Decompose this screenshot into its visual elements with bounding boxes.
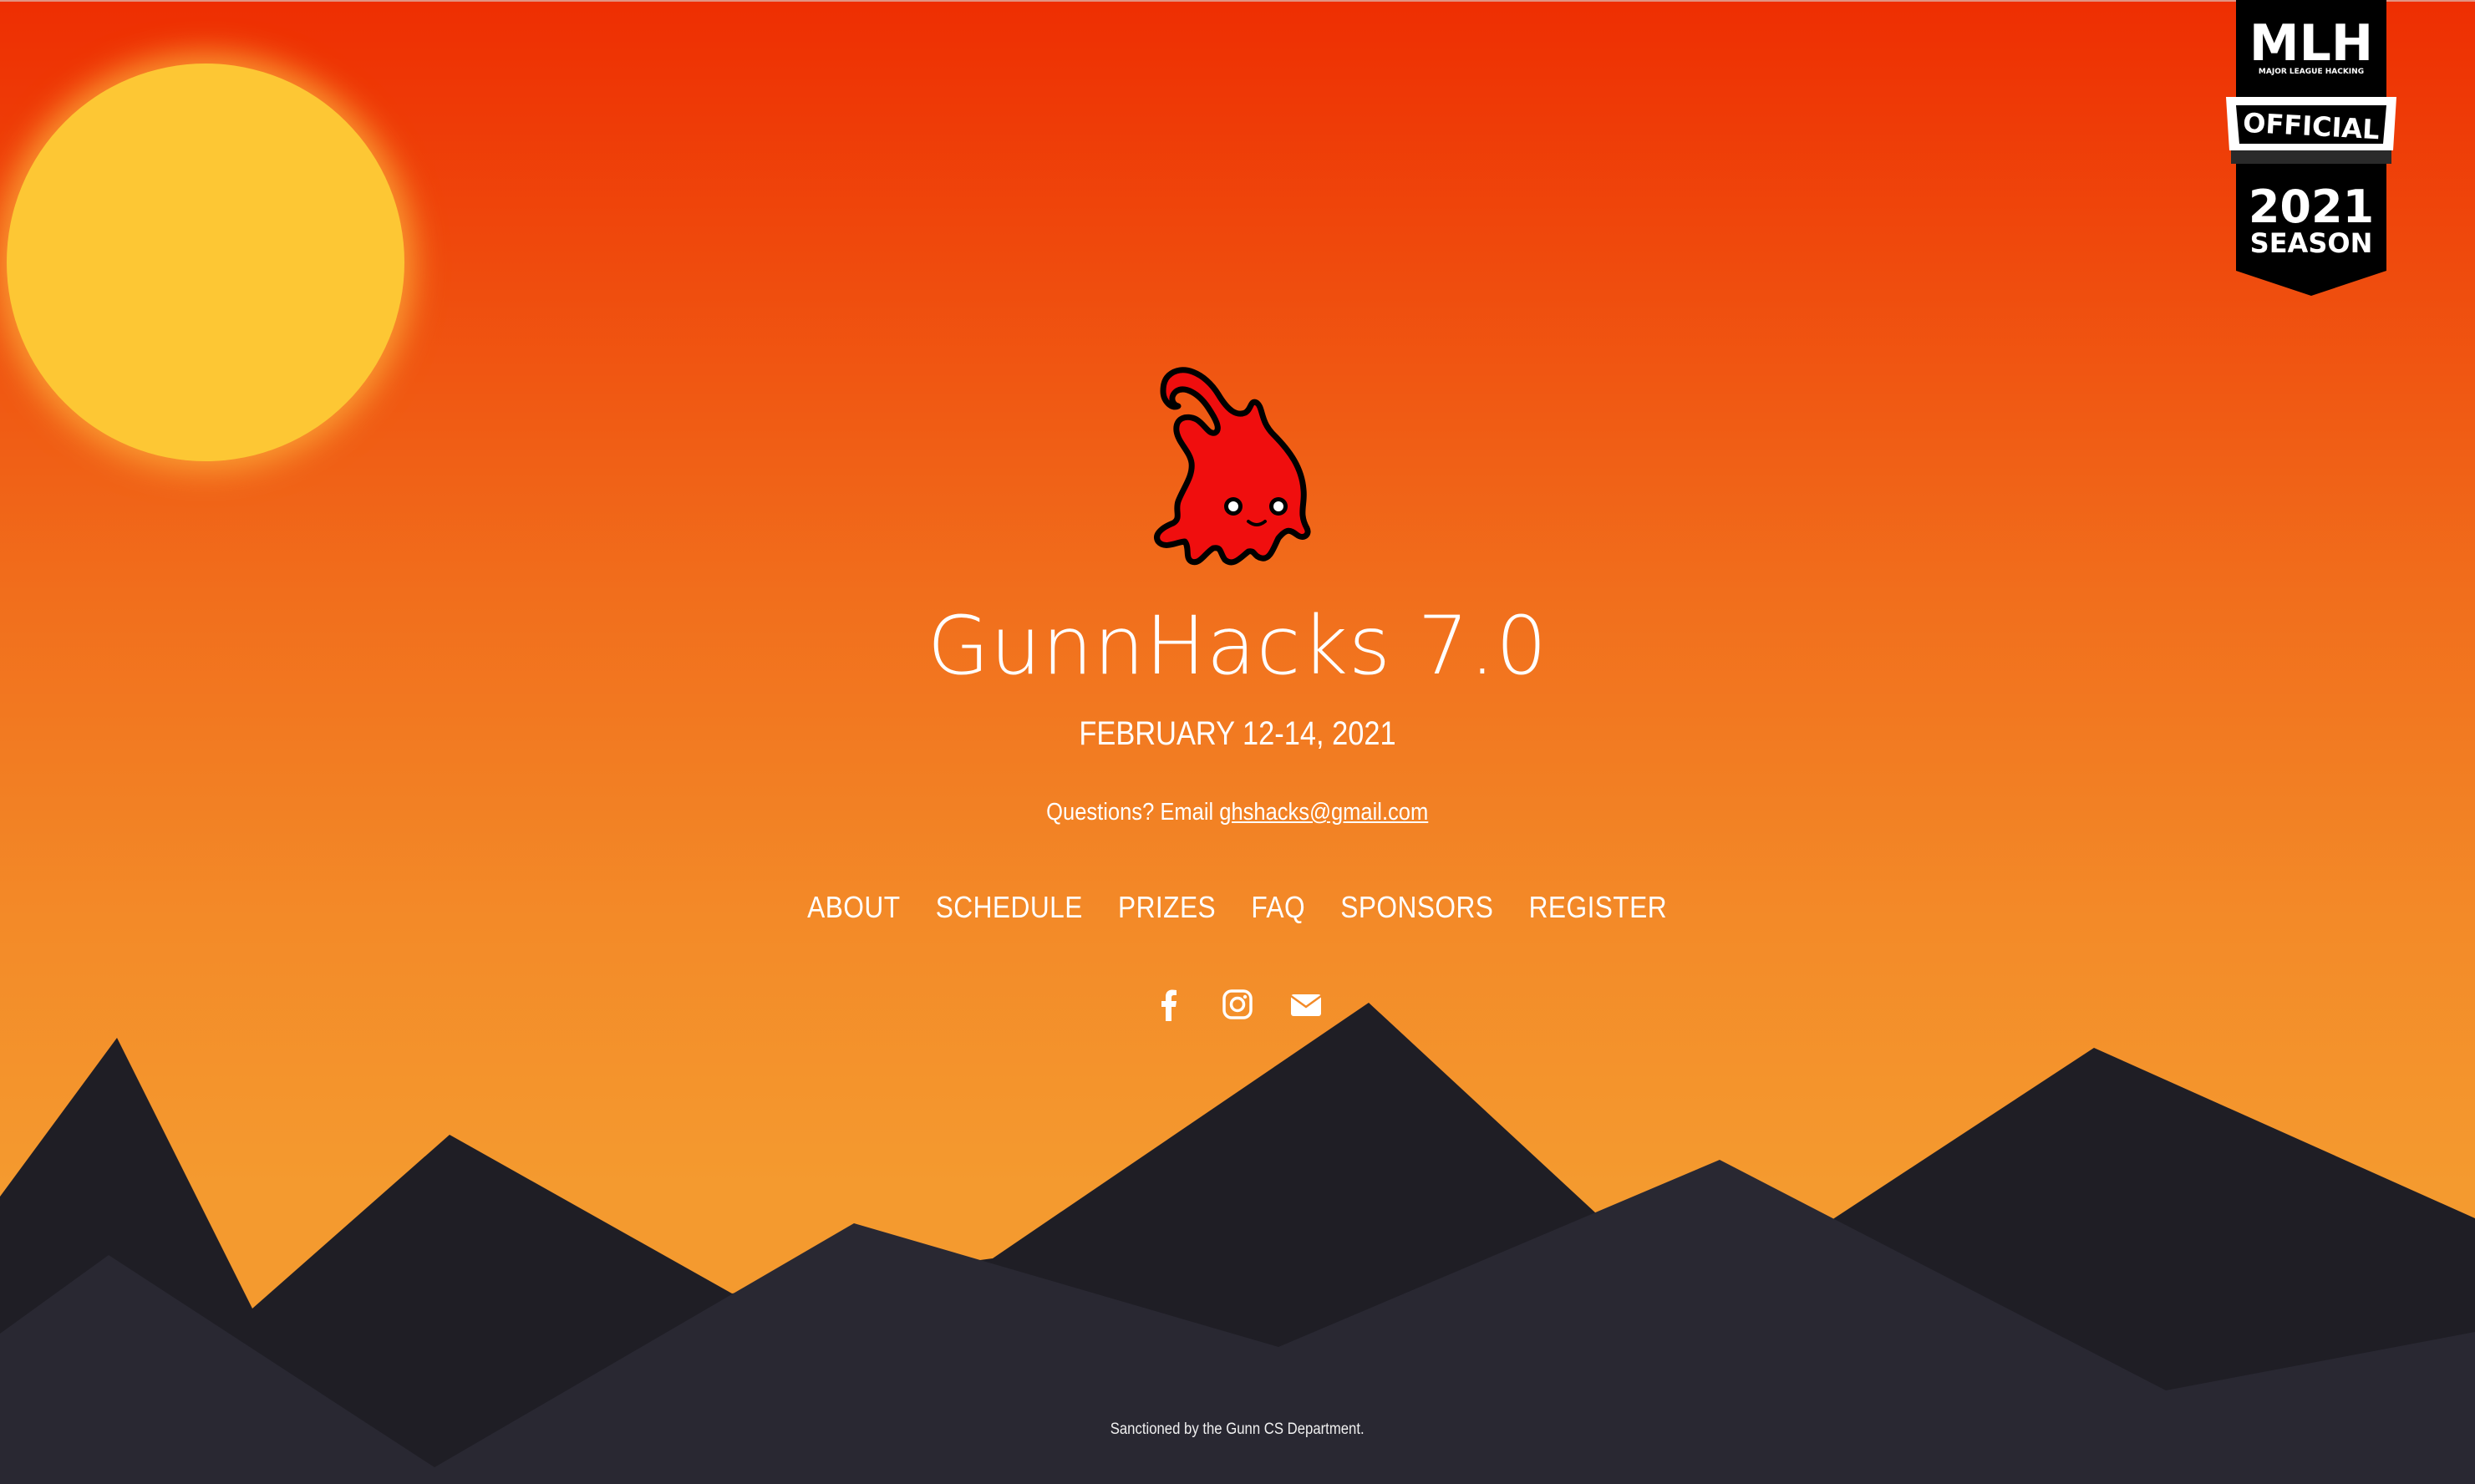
mascot-left-eye-shine	[1228, 501, 1238, 511]
nav-items: ABOUT SCHEDULE PRIZES FAQ SPONSORS REGIS…	[808, 882, 1668, 933]
contact-email-link[interactable]: ghshacks@gmail.com	[1220, 799, 1429, 826]
badge-season-text: SEASON	[2250, 227, 2373, 259]
event-date: FEBRUARY 12-14, 2021	[1079, 715, 1396, 752]
badge-year-text: 2021	[2249, 180, 2374, 233]
mlh-badge[interactable]: MLH MAJOR LEAGUE HACKING OFFICIAL 2021 S…	[2226, 0, 2396, 296]
instagram-dot	[1243, 994, 1248, 999]
mascot-right-eye-shine	[1273, 501, 1283, 511]
nav-link-sponsors[interactable]: SPONSORS	[1341, 882, 1494, 933]
social-links	[0, 986, 2475, 1023]
footer-text: Sanctioned by the Gunn CS Department.	[1110, 1420, 1365, 1438]
nav-link-prizes[interactable]: PRIZES	[1118, 882, 1216, 933]
badge-mlh-text: MLH	[2249, 14, 2373, 73]
facebook-glyph	[1161, 989, 1177, 1021]
contact-wrap: Questions? Email ghshacks@gmail.com	[1046, 794, 1428, 831]
instagram-frame	[1222, 989, 1253, 1019]
contact-prefix: Questions? Email	[1046, 799, 1220, 826]
badge-major-league-text: MAJOR LEAGUE HACKING	[2259, 68, 2364, 76]
envelope-body	[1291, 994, 1321, 1016]
nav-link-faq[interactable]: FAQ	[1252, 882, 1306, 933]
contact-line: Questions? Email ghshacks@gmail.com	[0, 794, 2475, 831]
page-title: GunnHacks 7.0	[927, 599, 1548, 693]
nav-link-register[interactable]: REGISTER	[1529, 882, 1667, 933]
footer-note: Sanctioned by the Gunn CS Department.	[0, 1417, 2475, 1442]
nav-link-schedule[interactable]: SCHEDULE	[936, 882, 1083, 933]
envelope-icon[interactable]	[1288, 986, 1324, 1023]
facebook-icon[interactable]	[1151, 986, 1187, 1023]
main-nav: ABOUT SCHEDULE PRIZES FAQ SPONSORS REGIS…	[0, 882, 2475, 933]
nav-link-about[interactable]: ABOUT	[808, 882, 901, 933]
instagram-icon[interactable]	[1219, 986, 1256, 1023]
flame-mascot-icon	[1154, 367, 1311, 566]
mascot-body	[1154, 367, 1311, 566]
instagram-lens	[1229, 996, 1246, 1013]
